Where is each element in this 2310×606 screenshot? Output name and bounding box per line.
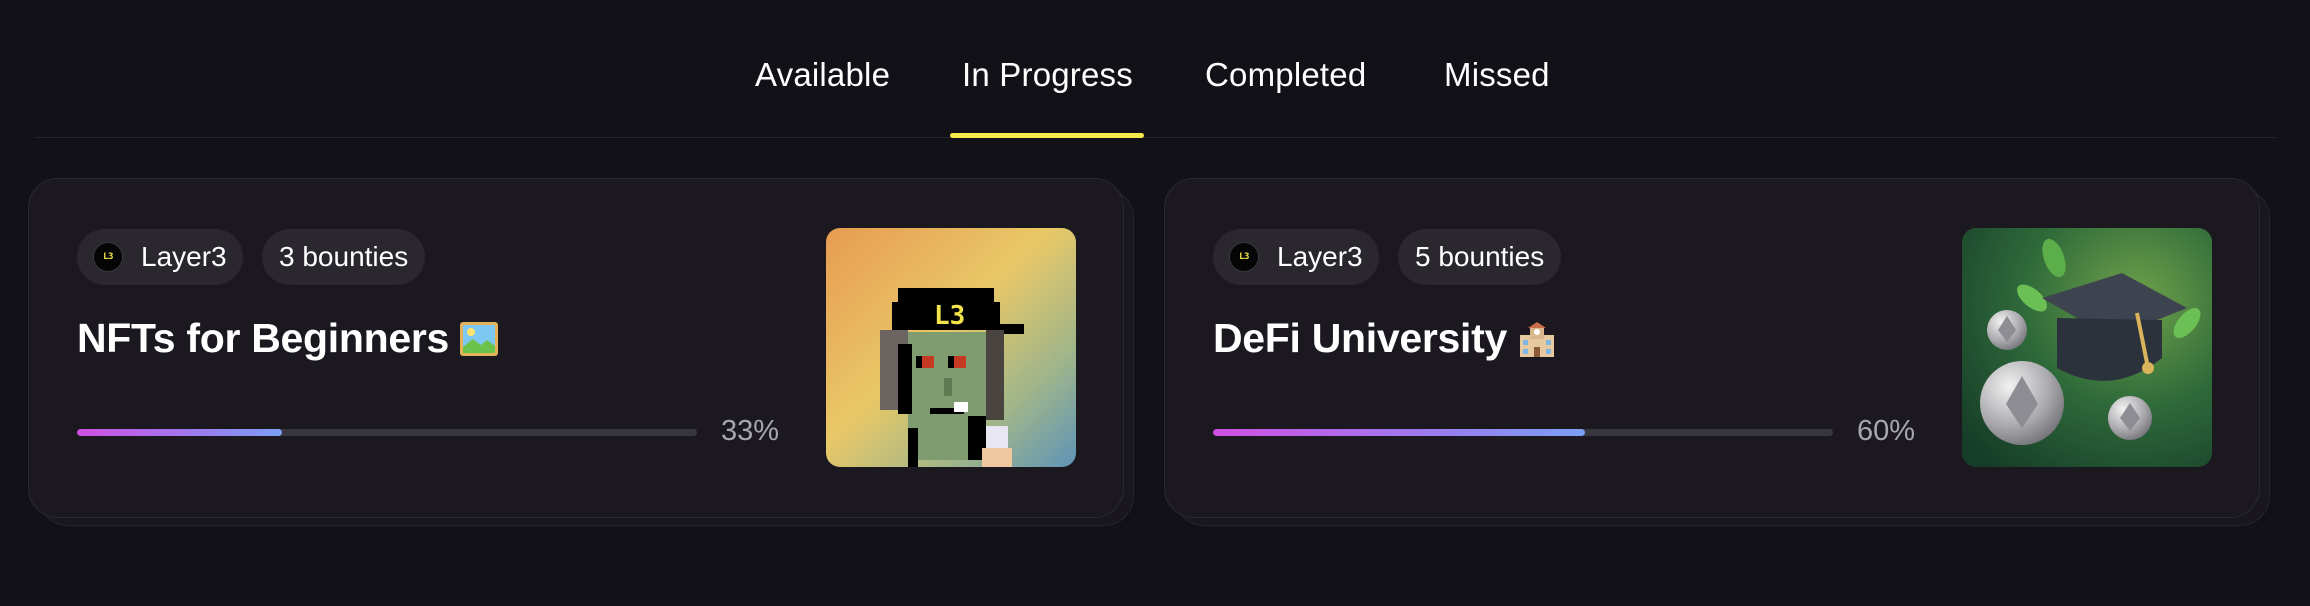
tab-bar: Available In Progress Completed Missed: [0, 0, 2310, 138]
org-badge[interactable]: L3 Layer3: [1213, 229, 1379, 285]
quest-card-body[interactable]: L3 Layer3 5 bounties DeFi University 60%: [1164, 178, 2260, 518]
bounty-count: 5 bounties: [1415, 241, 1545, 272]
bounty-count-badge: 3 bounties: [262, 229, 426, 285]
quest-title[interactable]: DeFi University: [1213, 315, 1557, 362]
progress-percent: 33%: [721, 415, 780, 447]
tab-in-progress[interactable]: In Progress: [962, 56, 1133, 94]
framed-picture-icon: [459, 319, 499, 359]
progress-bar: [77, 429, 697, 436]
active-tab-indicator: [950, 133, 1144, 138]
quest-thumbnail-graduation: [1962, 228, 2212, 467]
quest-title[interactable]: NFTs for Beginners: [77, 315, 499, 362]
bounty-count-badge: 5 bounties: [1398, 229, 1562, 285]
bounty-count: 3 bounties: [279, 241, 409, 272]
quest-title-text: DeFi University: [1213, 315, 1507, 361]
quest-card-defi-university[interactable]: L3 Layer3 5 bounties DeFi University 60%: [1164, 178, 2270, 526]
tab-available[interactable]: Available: [755, 56, 890, 94]
quest-card-nfts-for-beginners[interactable]: L3 Layer3 3 bounties NFTs for Beginners …: [28, 178, 1134, 526]
layer3-logo-icon: L3: [1229, 242, 1259, 272]
svg-text:L3: L3: [934, 301, 965, 331]
org-badge[interactable]: L3 Layer3: [77, 229, 243, 285]
quest-title-text: NFTs for Beginners: [77, 315, 449, 361]
tab-missed[interactable]: Missed: [1444, 56, 1550, 94]
org-name: Layer3: [141, 241, 227, 272]
layer3-logo-icon: L3: [93, 242, 123, 272]
progress-fill: [1213, 429, 1585, 436]
org-name: Layer3: [1277, 241, 1363, 272]
tab-completed[interactable]: Completed: [1205, 56, 1366, 94]
school-icon: [1517, 319, 1557, 359]
progress-percent: 60%: [1857, 415, 1916, 447]
quest-card-body[interactable]: L3 Layer3 3 bounties NFTs for Beginners …: [28, 178, 1124, 518]
quest-thumbnail-punk: L3: [826, 228, 1076, 467]
progress-fill: [77, 429, 282, 436]
tabs-divider: [34, 137, 2276, 138]
progress-bar: [1213, 429, 1833, 436]
